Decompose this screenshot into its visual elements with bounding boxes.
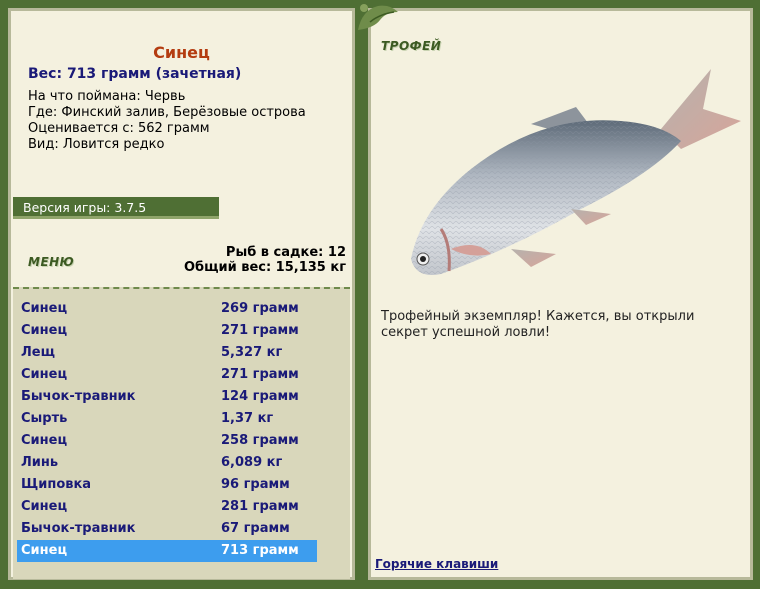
- catch-weight: 1,37 кг: [221, 411, 274, 426]
- trophy-panel: ТРОФЕЙ Трофейный экземпляр! Кажется, вы …: [368, 8, 753, 580]
- catch-weight: 258 грамм: [221, 433, 299, 448]
- catch-row[interactable]: Синец 281 грамм: [17, 496, 317, 518]
- hotkeys-link[interactable]: Горячие клавиши: [375, 557, 498, 571]
- catch-row[interactable]: Бычок-травник 67 грамм: [17, 518, 317, 540]
- fish-title: Синец: [153, 43, 210, 62]
- rated-from-info: Оценивается с: 562 грамм: [28, 121, 210, 136]
- catch-row[interactable]: Лещ 5,327 кг: [17, 342, 317, 364]
- catch-row[interactable]: Синец 271 грамм: [17, 320, 317, 342]
- catch-row[interactable]: Бычок-травник 124 грамм: [17, 386, 317, 408]
- menu-button[interactable]: МЕНЮ: [28, 255, 74, 269]
- catch-list: Синец 269 грамм Синец 271 грамм Лещ 5,327 кг С…: [13, 287, 350, 579]
- catch-name: Синец: [21, 433, 68, 448]
- catch-name: Бычок-травник: [21, 521, 136, 536]
- anal-fin: [571, 209, 611, 225]
- catch-name: Синец: [21, 301, 68, 316]
- catch-weight: 713 грамм: [221, 543, 299, 558]
- catch-name: Сырть: [21, 411, 68, 426]
- catch-weight: 6,089 кг: [221, 455, 283, 470]
- catch-name: Синец: [21, 499, 68, 514]
- catch-weight: 96 грамм: [221, 477, 290, 492]
- catch-name: Лещ: [21, 345, 55, 360]
- catch-weight: 5,327 кг: [221, 345, 283, 360]
- catch-weight: 271 грамм: [221, 367, 299, 382]
- catch-name: Бычок-травник: [21, 389, 136, 404]
- trophy-message: Трофейный экземпляр! Кажется, вы открыли…: [381, 309, 695, 340]
- fish-image: [411, 69, 741, 275]
- fish-pupil: [420, 256, 426, 262]
- keepnet-summary: Рыб в садке: 12 Общий вес: 15,135 кг: [184, 245, 346, 275]
- pelvic-fin: [511, 249, 556, 267]
- catch-row[interactable]: Синец 713 грамм: [17, 540, 317, 562]
- catch-row[interactable]: Синец 271 грамм: [17, 364, 317, 386]
- game-version: Версия игры: 3.7.5: [13, 197, 219, 219]
- fish-scales: [411, 120, 681, 275]
- catch-row[interactable]: Линь 6,089 кг: [17, 452, 317, 474]
- fish-weight: Вес: 713 грамм (зачетная): [28, 66, 242, 82]
- catch-row[interactable]: Синец 269 грамм: [17, 298, 317, 320]
- keepnet-count: Рыб в садке: 12: [225, 245, 346, 260]
- catch-weight: 269 грамм: [221, 301, 299, 316]
- catch-row[interactable]: Щиповка 96 грамм: [17, 474, 317, 496]
- catch-weight: 124 грамм: [221, 389, 299, 404]
- catch-name: Синец: [21, 323, 68, 338]
- keepnet-total-weight: Общий вес: 15,135 кг: [183, 260, 346, 275]
- fish-details: На что поймана: Червь Где: Финский залив…: [28, 89, 306, 153]
- rarity-info: Вид: Ловится редко: [28, 137, 165, 152]
- location-info: Где: Финский залив, Берёзовые острова: [28, 105, 306, 120]
- catch-name: Синец: [21, 543, 68, 558]
- catch-name: Щиповка: [21, 477, 92, 492]
- fish-info-panel: Синец Вес: 713 грамм (зачетная) На что п…: [8, 8, 355, 580]
- catch-row[interactable]: Синец 258 грамм: [17, 430, 317, 452]
- catch-name: Линь: [21, 455, 59, 470]
- catch-weight: 271 грамм: [221, 323, 299, 338]
- catch-row[interactable]: Сырть 1,37 кг: [17, 408, 317, 430]
- catch-weight: 281 грамм: [221, 499, 299, 514]
- catch-name: Синец: [21, 367, 68, 382]
- leaf-ornament-icon: [358, 4, 398, 30]
- bait-info: На что поймана: Червь: [28, 89, 186, 104]
- catch-weight: 67 грамм: [221, 521, 290, 536]
